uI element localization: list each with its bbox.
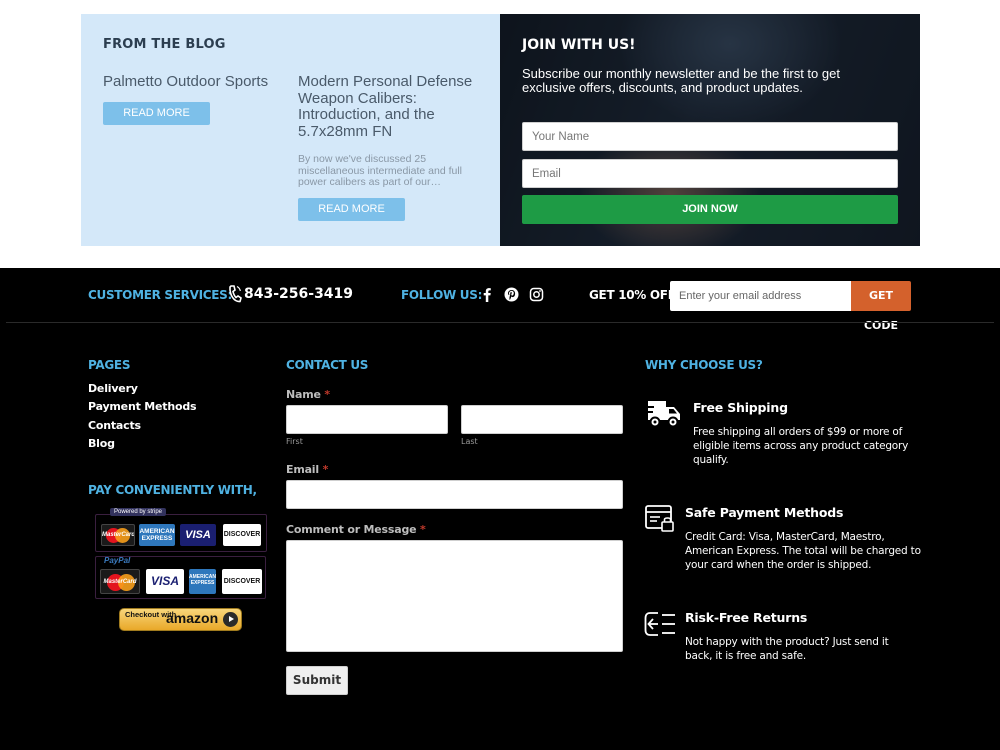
blog-section: FROM THE BLOG Palmetto Outdoor Sports RE… <box>81 14 500 246</box>
pages-link[interactable]: Delivery <box>88 382 196 400</box>
visa-logo: VISA <box>180 524 216 546</box>
pages-link[interactable]: Blog <box>88 437 196 455</box>
truck-icon <box>644 401 680 428</box>
newsletter-heading: JOIN WITH US! <box>522 37 636 53</box>
read-more-button[interactable]: READ MORE <box>103 101 210 125</box>
discount-label: GET 10% OFF <box>589 288 676 302</box>
why-item-text: Free shipping all orders of $99 or more … <box>693 426 909 466</box>
amazon-checkout-button[interactable]: Checkout with amazon <box>119 608 242 631</box>
pages-link[interactable]: Contacts <box>88 419 196 437</box>
contact-heading: CONTACT US <box>286 358 369 372</box>
paypal-payment-badge: PayPal MasterCard VISA AMERICAN EXPRESS … <box>95 556 266 599</box>
blog-post-title[interactable]: Modern Personal Defense Weapon Calibers:… <box>298 73 478 140</box>
email-field[interactable] <box>286 480 623 509</box>
name-label: Name * <box>286 388 330 401</box>
why-item-title: Risk-Free Returns <box>685 610 808 625</box>
why-item-title: Safe Payment Methods <box>685 505 844 520</box>
message-label: Comment or Message * <box>286 523 426 536</box>
blog-post: Modern Personal Defense Weapon Calibers:… <box>298 73 478 221</box>
blog-heading: FROM THE BLOG <box>103 37 226 52</box>
why-heading: WHY CHOOSE US? <box>645 358 763 372</box>
paypal-label: PayPal <box>104 556 131 565</box>
footer-divider <box>6 322 994 323</box>
last-name-input[interactable] <box>461 405 623 434</box>
newsletter-email-input[interactable] <box>522 159 898 188</box>
pinterest-icon[interactable] <box>504 287 519 302</box>
why-item-text: Not happy with the product? Just send it… <box>685 636 889 662</box>
pages-list: Delivery Payment Methods Contacts Blog <box>88 382 197 456</box>
follow-us-label: FOLLOW US: <box>401 288 483 302</box>
stripe-payment-badge: Powered by stripe MasterCard AMERICAN EX… <box>95 508 267 552</box>
phone-icon <box>229 285 242 303</box>
arrow-icon <box>223 612 238 627</box>
amex-logo: AMERICAN EXPRESS <box>139 524 175 546</box>
secure-payment-icon <box>645 505 674 532</box>
discover-logo: DISCOVER <box>222 569 262 594</box>
first-name-sublabel: First <box>286 437 303 446</box>
last-name-sublabel: Last <box>461 437 478 446</box>
return-icon <box>644 612 675 636</box>
first-name-input[interactable] <box>286 405 448 434</box>
pages-heading: PAGES <box>88 358 131 372</box>
payment-heading: PAY CONVENIENTLY WITH, <box>88 483 257 497</box>
mastercard-logo: MasterCard <box>101 524 135 546</box>
blog-post: Palmetto Outdoor Sports READ MORE <box>103 73 278 125</box>
newsletter-name-input[interactable] <box>522 122 898 151</box>
amex-logo: AMERICAN EXPRESS <box>189 569 216 594</box>
stripe-label: Powered by stripe <box>110 508 167 516</box>
newsletter-description: Subscribe our monthly newsletter and be … <box>522 66 840 95</box>
read-more-button[interactable]: READ MORE <box>298 197 405 221</box>
join-now-button[interactable]: JOIN NOW <box>522 195 898 224</box>
facebook-icon[interactable] <box>480 287 495 302</box>
mastercard-logo: MasterCard <box>100 569 140 594</box>
why-item-text: Credit Card: Visa, MasterCard, Maestro, … <box>685 531 921 571</box>
phone-number[interactable]: 843-256-3419 <box>244 286 353 302</box>
newsletter-section: JOIN WITH US! Subscribe our monthly news… <box>500 14 920 246</box>
customer-services-label: CUSTOMER SERVICES: <box>88 288 233 302</box>
amazon-logo: amazon <box>166 610 219 626</box>
blog-post-excerpt: By now we've discussed 25 miscellaneous … <box>298 153 463 188</box>
why-item-title: Free Shipping <box>693 400 788 415</box>
email-label: Email * <box>286 463 329 476</box>
discount-email-input[interactable] <box>670 281 851 311</box>
message-textarea[interactable] <box>286 540 623 652</box>
site-footer: CUSTOMER SERVICES: 843-256-3419 FOLLOW U… <box>0 268 1000 750</box>
discover-logo: DISCOVER <box>223 524 261 546</box>
submit-button[interactable]: Submit <box>286 666 348 695</box>
get-code-button[interactable]: GET CODE <box>851 281 911 332</box>
visa-logo: VISA <box>146 569 184 594</box>
pages-link[interactable]: Payment Methods <box>88 400 197 418</box>
instagram-icon[interactable] <box>529 287 544 302</box>
blog-post-title[interactable]: Palmetto Outdoor Sports <box>103 73 278 91</box>
